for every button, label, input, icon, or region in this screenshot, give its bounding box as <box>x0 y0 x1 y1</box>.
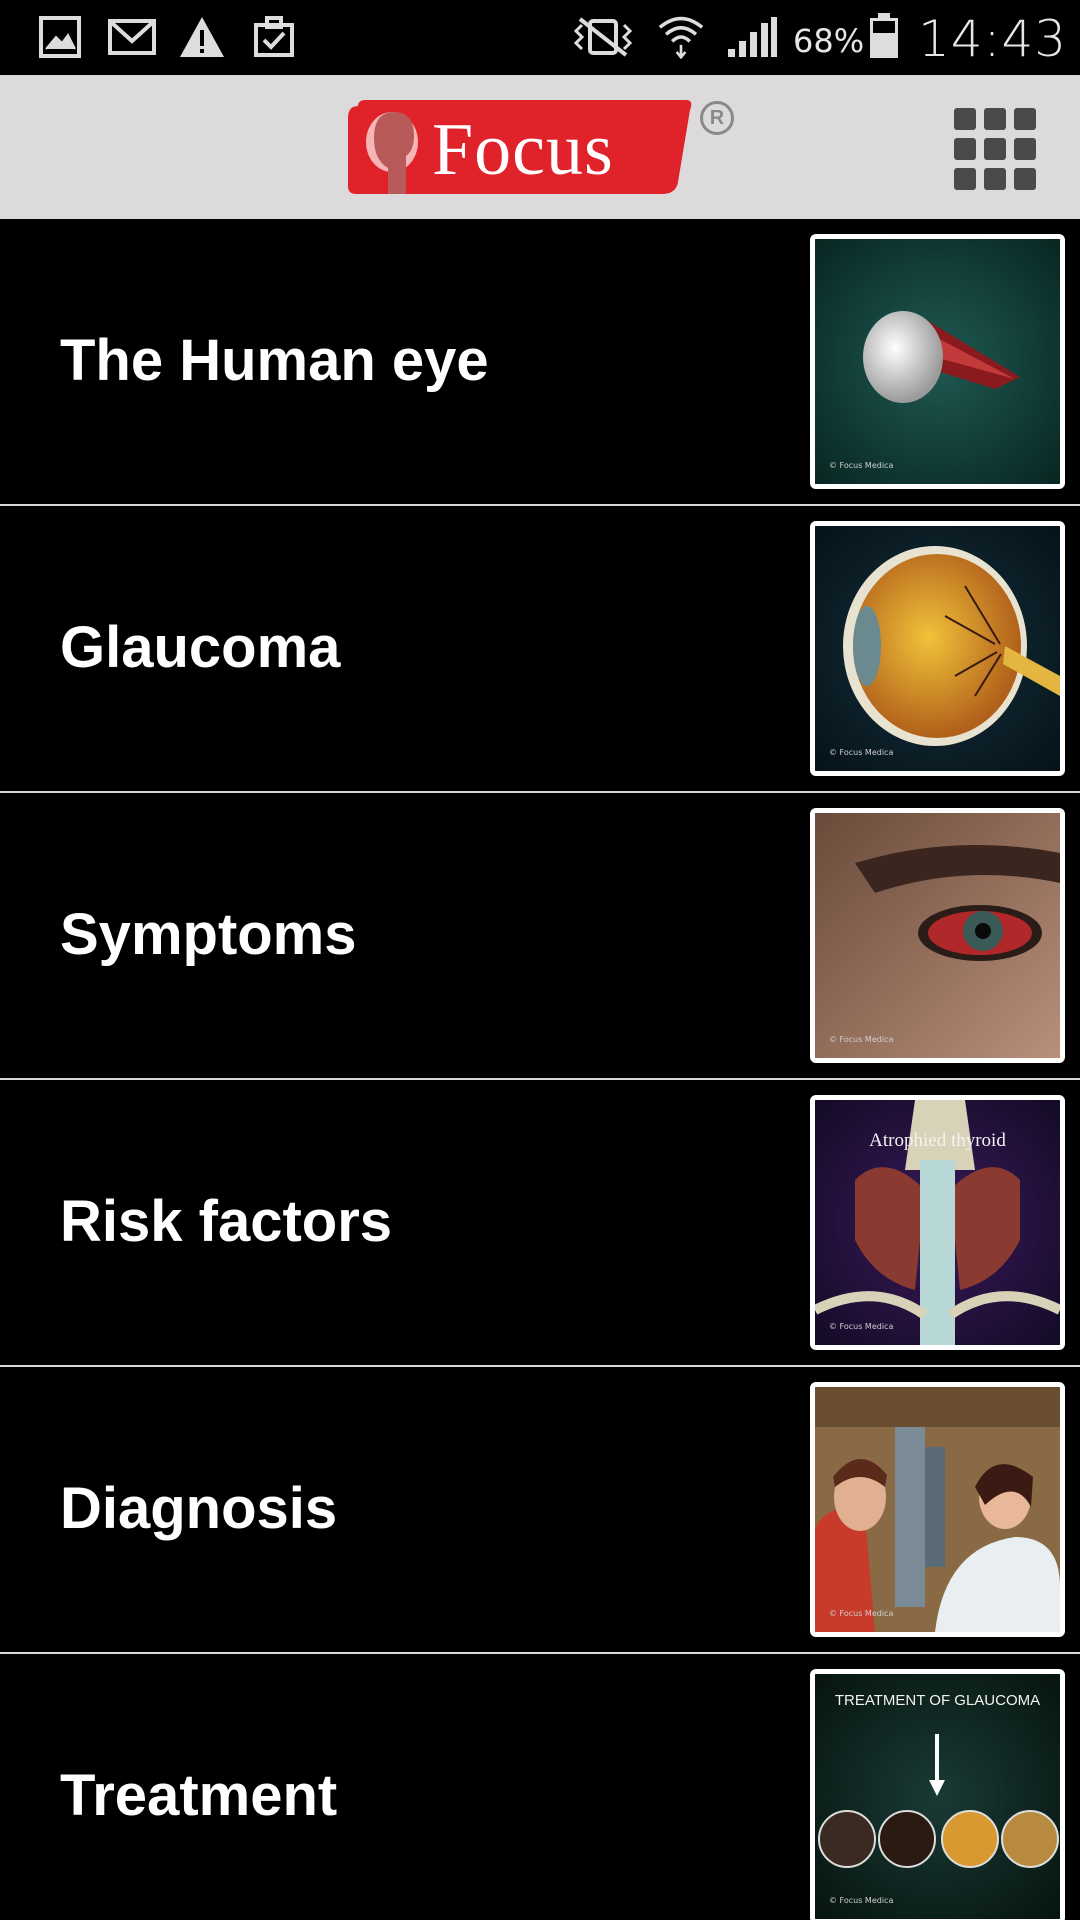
battery-percent: 68% <box>793 22 865 60</box>
clipboard-check-icon <box>254 16 294 57</box>
thumb-credit: © Focus Medica <box>829 748 894 757</box>
item-label: Risk factors <box>60 1189 393 1254</box>
list-item[interactable]: Diagnosis © Focus Medica <box>0 1367 1080 1654</box>
list-item[interactable]: Glaucoma © Focus Medica <box>0 506 1080 793</box>
item-label: Symptoms <box>60 902 357 967</box>
focus-logo[interactable]: Focus <box>344 98 696 198</box>
gmail-icon <box>108 19 156 55</box>
list-item[interactable]: Symptoms © Focus Medica <box>0 793 1080 1080</box>
item-label: Glaucoma <box>60 615 341 680</box>
wifi-icon <box>658 16 704 59</box>
signal-icon <box>728 17 777 57</box>
app-header: Focus R <box>0 75 1080 219</box>
thumbnail-treatment[interactable]: TREATMENT OF GLAUCOMA © Focus Medica <box>810 1669 1065 1920</box>
list-item[interactable]: Treatment TREATMENT OF GLAUCOMA © Focus … <box>0 1654 1080 1920</box>
thumb-credit: © Focus Medica <box>829 1609 894 1618</box>
thumb-credit: © Focus Medica <box>829 1322 894 1331</box>
clock-time: 14:43 <box>918 10 1068 68</box>
thumb-credit: © Focus Medica <box>829 461 894 470</box>
thumb-caption: Atrophied thyroid <box>869 1130 1006 1151</box>
gallery-icon <box>39 16 81 58</box>
thumb-credit: © Focus Medica <box>829 1896 894 1905</box>
thumbnail-symptoms[interactable]: © Focus Medica <box>810 808 1065 1063</box>
warning-icon <box>180 17 224 57</box>
thumbnail-diagnosis[interactable]: © Focus Medica <box>810 1382 1065 1637</box>
grid-menu-icon[interactable] <box>954 108 1036 190</box>
list-item[interactable]: Risk factors Atrophied thyroid © Focus M… <box>0 1080 1080 1367</box>
thumbnail-risk-factors[interactable]: Atrophied thyroid © Focus Medica <box>810 1095 1065 1350</box>
list-item[interactable]: The Human eye © Focus Medica <box>0 219 1080 506</box>
vibrate-mute-icon <box>573 17 633 57</box>
status-bar: 68% 14:43 <box>0 0 1080 75</box>
thumbnail-human-eye[interactable]: © Focus Medica <box>810 234 1065 489</box>
thumbnail-glaucoma[interactable]: © Focus Medica <box>810 521 1065 776</box>
registered-mark: R <box>700 101 734 135</box>
thumb-caption: TREATMENT OF GLAUCOMA <box>834 1692 1041 1709</box>
item-label: Treatment <box>60 1763 338 1828</box>
item-label: Diagnosis <box>60 1476 338 1541</box>
thumb-credit: © Focus Medica <box>829 1035 894 1044</box>
item-label: The Human eye <box>60 328 489 393</box>
logo-text: Focus <box>432 109 614 191</box>
battery-icon <box>870 13 898 58</box>
